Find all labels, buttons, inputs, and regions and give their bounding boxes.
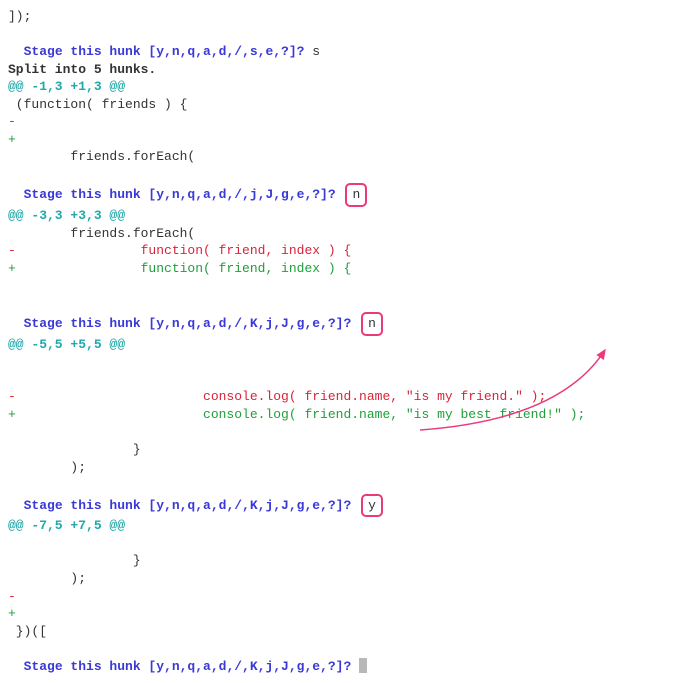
hunk-header: @@ -7,5 +7,5 @@ (8, 517, 692, 535)
blank (8, 353, 692, 371)
prompt-line[interactable]: Stage this hunk [y,n,q,a,d,/,K,j,J,g,e,?… (8, 476, 692, 517)
prompt-line[interactable]: Stage this hunk [y,n,q,a,d,/,s,e,?]? s (8, 26, 692, 61)
hunk-header: @@ -3,3 +3,3 @@ (8, 207, 692, 225)
prompt-line[interactable]: Stage this hunk [y,n,q,a,d,/,K,j,J,g,e,?… (8, 640, 692, 675)
context-line: } (8, 441, 692, 459)
prompt-line[interactable]: Stage this hunk [y,n,q,a,d,/,j,J,g,e,?]?… (8, 166, 692, 207)
answer-highlight-n: n (361, 312, 383, 336)
removed-line: - console.log( friend.name, "is my frien… (8, 388, 692, 406)
prompt-line[interactable]: Stage this hunk [y,n,q,a,d,/,K,j,J,g,e,?… (8, 295, 692, 336)
context-line: friends.forEach( (8, 148, 692, 166)
output-line: ]); (8, 8, 692, 26)
added-line: + (8, 131, 692, 149)
removed-line: - (8, 113, 692, 131)
answer-highlight-n: n (345, 183, 367, 207)
prompt-text: Stage this hunk [y,n,q,a,d,/,j,J,g,e,?]? (24, 187, 336, 202)
answer-highlight-y: y (361, 494, 383, 518)
prompt-text: Stage this hunk [y,n,q,a,d,/,s,e,?]? (24, 44, 305, 59)
removed-line: - function( friend, index ) { (8, 242, 692, 260)
context-line: ); (8, 570, 692, 588)
context-line: })([ (8, 623, 692, 641)
blank (8, 371, 692, 389)
removed-line: - (8, 588, 692, 606)
hunk-header: @@ -5,5 +5,5 @@ (8, 336, 692, 354)
prompt-text: Stage this hunk [y,n,q,a,d,/,K,j,J,g,e,?… (24, 316, 352, 331)
added-line: + (8, 605, 692, 623)
user-answer: s (304, 44, 320, 59)
added-line: + console.log( friend.name, "is my best … (8, 406, 692, 424)
blank (8, 535, 692, 553)
added-line: + function( friend, index ) { (8, 260, 692, 278)
blank (8, 424, 692, 442)
prompt-text: Stage this hunk [y,n,q,a,d,/,K,j,J,g,e,?… (24, 498, 352, 513)
context-line: ); (8, 459, 692, 477)
hunk-header: @@ -1,3 +1,3 @@ (8, 78, 692, 96)
prompt-text: Stage this hunk [y,n,q,a,d,/,K,j,J,g,e,?… (24, 659, 352, 674)
context-line: friends.forEach( (8, 225, 692, 243)
context-line: (function( friends ) { (8, 96, 692, 114)
context-line: } (8, 552, 692, 570)
blank (8, 277, 692, 295)
split-notice: Split into 5 hunks. (8, 61, 692, 79)
cursor (359, 658, 367, 673)
